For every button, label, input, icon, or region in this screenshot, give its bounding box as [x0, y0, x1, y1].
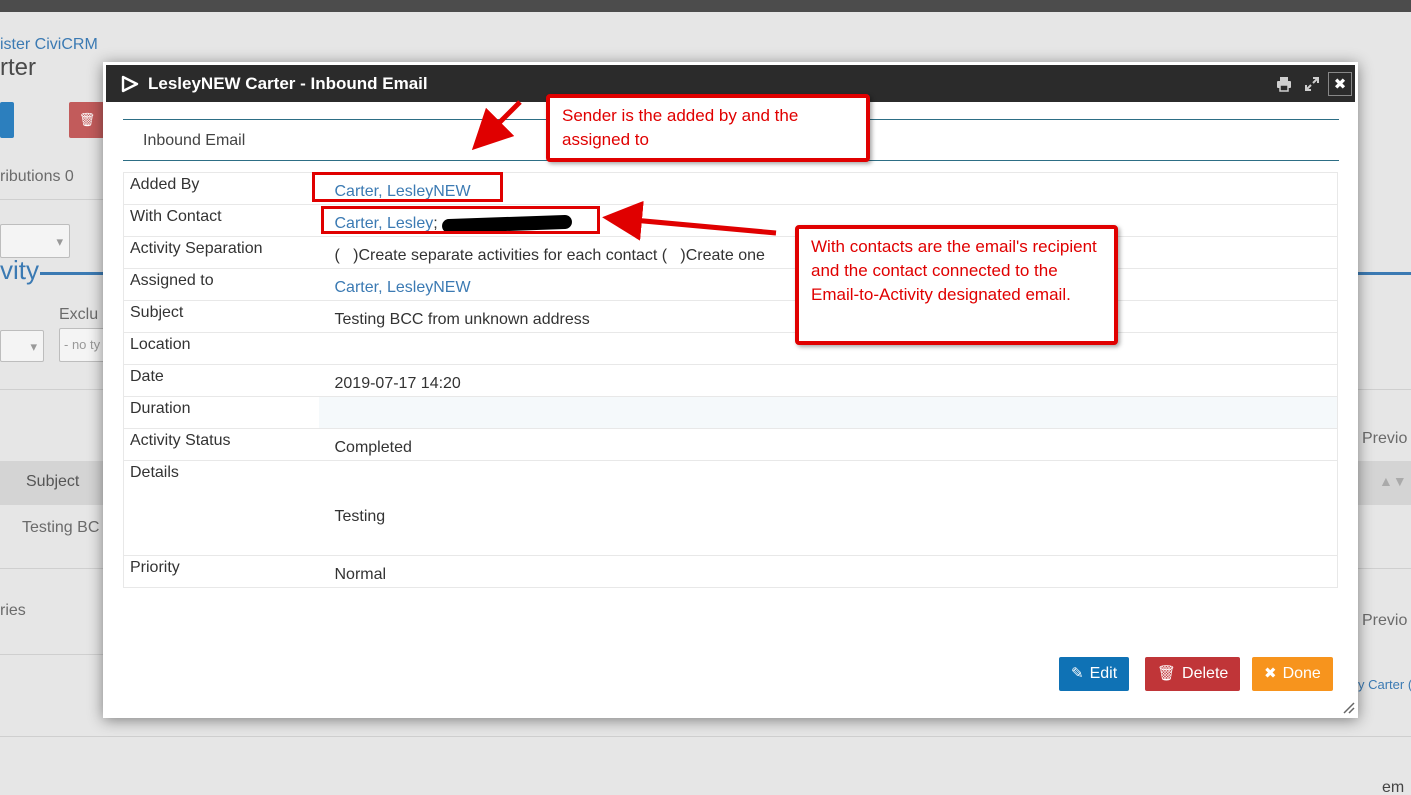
tab-contributions[interactable]: ributions 0 — [0, 168, 74, 186]
background-delete-button[interactable]: 🗑 — [69, 102, 105, 138]
details-value: Testing — [318, 460, 1338, 556]
added-by-label: Added By — [123, 172, 319, 205]
table-row: Added By Carter, LesleyNEW — [123, 172, 1338, 205]
sender-annotation: Sender is the added by and the assigned … — [546, 94, 870, 162]
trash-icon: 🗑 — [1157, 665, 1177, 682]
added-by-highlight — [312, 172, 503, 202]
section-underline-right — [1358, 272, 1411, 275]
priority-value: Normal — [318, 555, 1338, 588]
divider — [0, 568, 103, 569]
activity-details-table: Added By Carter, LesleyNEW With Contact … — [123, 172, 1338, 588]
no-type-select[interactable]: - no ty — [59, 328, 107, 362]
delete-button-label: Delete — [1182, 665, 1229, 682]
section-heading: vity — [0, 255, 39, 285]
breadcrumb[interactable]: ister CiviCRM — [0, 36, 98, 54]
divider — [0, 736, 1411, 737]
activity-separation-label: Activity Separation — [123, 236, 319, 269]
activity-status-label: Activity Status — [123, 428, 319, 461]
duration-value — [318, 396, 1338, 429]
dialog-title: LesleyNEW Carter - Inbound Email — [148, 74, 428, 93]
with-contact-label: With Contact — [123, 204, 319, 237]
divider — [0, 389, 103, 390]
table-row: Assigned to Carter, LesleyNEW — [123, 268, 1338, 301]
exclude-label: Exclu — [59, 306, 99, 323]
close-icon[interactable]: ✖ — [1328, 72, 1352, 96]
table-row: Location — [123, 332, 1338, 365]
divider — [1358, 568, 1411, 569]
section-underline — [40, 272, 103, 275]
table-row: Details Testing — [123, 460, 1338, 556]
table-row: Subject Testing BCC from unknown address — [123, 300, 1338, 333]
location-label: Location — [123, 332, 319, 365]
with-contact-highlight — [321, 206, 600, 234]
table-row: Activity Status Completed — [123, 428, 1338, 461]
chevron-down-icon: ▾ — [30, 339, 37, 354]
top-bar — [0, 0, 1411, 12]
delete-button[interactable]: 🗑 Delete — [1145, 657, 1241, 691]
activity-status-value: Completed — [318, 428, 1338, 461]
table-row: Priority Normal — [123, 555, 1338, 588]
chevron-down-icon: ▾ — [56, 234, 63, 249]
contact-title: rter — [0, 54, 36, 81]
pencil-icon: ✎ — [1071, 665, 1084, 682]
background-action-button[interactable] — [0, 102, 14, 138]
table-row: Date 2019-07-17 14:20 — [123, 364, 1338, 397]
previous-link[interactable]: Previo — [1362, 612, 1407, 630]
bottom-text: em — [1382, 779, 1405, 795]
entries-text: ries — [0, 602, 26, 619]
background-select[interactable]: ▾ — [0, 224, 70, 258]
divider — [0, 199, 103, 200]
previous-link[interactable]: Previo — [1362, 430, 1407, 448]
assigned-to-link[interactable]: Carter, LesleyNEW — [335, 279, 471, 296]
done-button-label: Done — [1282, 665, 1321, 682]
subject-label: Subject — [123, 300, 319, 333]
x-icon: ✖ — [1264, 665, 1277, 682]
divider — [0, 654, 103, 655]
assigned-to-label: Assigned to — [123, 268, 319, 301]
priority-label: Priority — [123, 555, 319, 588]
section-label: Inbound Email — [143, 132, 246, 149]
table-row: Activity Separation ( )Create separate a… — [123, 236, 1338, 269]
divider — [1358, 389, 1411, 390]
date-value: 2019-07-17 14:20 — [318, 364, 1338, 397]
date-label: Date — [123, 364, 319, 397]
contacts-annotation: With contacts are the email's recipient … — [795, 225, 1118, 345]
civicrm-logo-icon — [121, 75, 139, 93]
duration-label: Duration — [123, 396, 319, 429]
added-by-snippet[interactable]: y Carter ( — [1358, 677, 1411, 692]
table-header-subject[interactable]: Subject — [26, 473, 79, 491]
table-row: Duration — [123, 396, 1338, 429]
done-button[interactable]: ✖ Done — [1252, 657, 1333, 691]
edit-button[interactable]: ✎ Edit — [1059, 657, 1130, 691]
edit-button-label: Edit — [1089, 665, 1118, 682]
type-select[interactable]: ▾ — [0, 330, 44, 362]
table-row: With Contact Carter, Lesley; — [123, 204, 1338, 237]
table-row-subject: Testing BC — [22, 519, 100, 536]
print-icon[interactable] — [1272, 72, 1296, 96]
expand-icon[interactable] — [1300, 72, 1324, 96]
details-label: Details — [123, 460, 319, 556]
sort-icon[interactable]: ▲▼ — [1379, 473, 1407, 489]
resize-handle-icon[interactable] — [1341, 700, 1355, 714]
